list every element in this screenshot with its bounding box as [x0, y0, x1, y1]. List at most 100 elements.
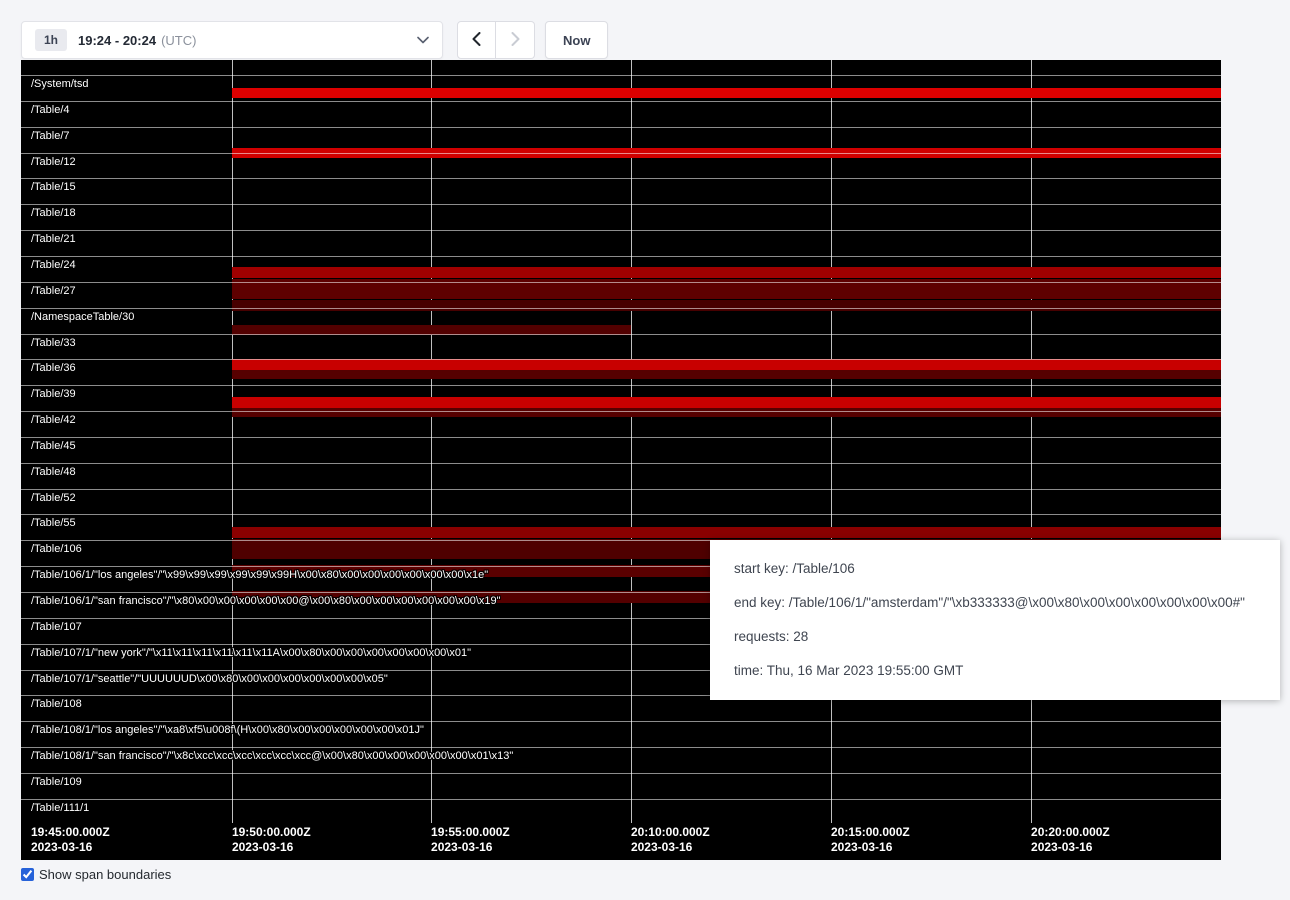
span-boundary-line [21, 514, 1221, 515]
tooltip-requests: requests: 28 [734, 620, 1256, 654]
time-axis-label: 19:55:00.000Z2023-03-16 [431, 825, 510, 855]
time-axis-label: 19:45:00.000Z2023-03-16 [31, 825, 110, 855]
span-label: /Table/45 [31, 440, 76, 452]
span-row[interactable]: /Table/55 [21, 514, 1221, 540]
span-label: /Table/39 [31, 388, 76, 400]
span-label: /Table/21 [31, 233, 76, 245]
next-interval-button[interactable] [496, 21, 535, 59]
axis-date: 2023-03-16 [1031, 840, 1110, 855]
span-boundary-line [21, 308, 1221, 309]
axis-date: 2023-03-16 [31, 840, 110, 855]
span-boundary-line [21, 359, 1221, 360]
span-boundary-line [21, 204, 1221, 205]
span-label: /NamespaceTable/30 [31, 311, 134, 323]
span-boundary-line [21, 463, 1221, 464]
span-label: /Table/12 [31, 156, 76, 168]
span-row[interactable]: /Table/7 [21, 127, 1221, 153]
span-boundary-line [21, 799, 1221, 800]
time-axis-label: 20:10:00.000Z2023-03-16 [631, 825, 710, 855]
span-label: /Table/42 [31, 414, 76, 426]
span-boundary-line [21, 411, 1221, 412]
axis-time: 20:20:00.000Z [1031, 825, 1110, 840]
span-row[interactable]: /Table/108/1/"san francisco"/"\x8c\xcc\x… [21, 747, 1221, 773]
span-boundary-line [21, 178, 1221, 179]
span-label: /Table/108 [31, 698, 82, 710]
tooltip-start-key: start key: /Table/106 [734, 552, 1256, 586]
span-boundaries-control: Show span boundaries [21, 867, 171, 882]
chevron-down-icon [417, 36, 429, 44]
span-label: /Table/55 [31, 517, 76, 529]
axis-date: 2023-03-16 [831, 840, 910, 855]
span-row[interactable]: /Table/39 [21, 385, 1221, 411]
span-boundary-line [21, 101, 1221, 102]
span-row[interactable]: /Table/4 [21, 101, 1221, 127]
span-boundary-line [21, 282, 1221, 283]
span-label: /Table/52 [31, 492, 76, 504]
span-row[interactable]: /System/tsd [21, 75, 1221, 101]
span-label: /Table/33 [31, 337, 76, 349]
span-row[interactable]: /Table/42 [21, 411, 1221, 437]
span-boundary-line [21, 489, 1221, 490]
span-label: /Table/107/1/"seattle"/"UUUUUUD\x00\x80\… [31, 673, 388, 685]
now-button[interactable]: Now [545, 21, 608, 59]
show-span-boundaries-checkbox[interactable] [21, 868, 34, 881]
span-row[interactable]: /Table/109 [21, 773, 1221, 799]
time-axis-label: 20:20:00.000Z2023-03-16 [1031, 825, 1110, 855]
span-label: /Table/18 [31, 207, 76, 219]
span-row[interactable]: /Table/24 [21, 256, 1221, 282]
chevron-right-icon [511, 32, 520, 49]
span-label: /Table/107/1/"new york"/"\x11\x11\x11\x1… [31, 647, 471, 659]
chevron-left-icon [472, 32, 481, 49]
span-label: /Table/111/1 [31, 802, 89, 814]
timezone-label: (UTC) [161, 33, 196, 48]
span-boundary-line [21, 230, 1221, 231]
span-boundary-line [21, 153, 1221, 154]
span-boundary-line [21, 747, 1221, 748]
show-span-boundaries-label: Show span boundaries [39, 867, 171, 882]
span-row[interactable]: /Table/52 [21, 489, 1221, 515]
span-boundary-line [21, 385, 1221, 386]
span-boundary-line [21, 75, 1221, 76]
span-row[interactable]: /Table/45 [21, 437, 1221, 463]
span-row[interactable]: /Table/21 [21, 230, 1221, 256]
axis-date: 2023-03-16 [232, 840, 311, 855]
span-row[interactable]: /Table/15 [21, 178, 1221, 204]
time-axis-label: 20:15:00.000Z2023-03-16 [831, 825, 910, 855]
axis-time: 19:45:00.000Z [31, 825, 110, 840]
span-label: /Table/27 [31, 285, 76, 297]
heatmap-canvas[interactable]: /System/tsd/Table/4/Table/7/Table/12/Tab… [21, 60, 1221, 860]
span-boundary-line [21, 773, 1221, 774]
span-row[interactable]: /Table/33 [21, 334, 1221, 360]
span-label: /Table/106/1/"san francisco"/"\x80\x00\x… [31, 595, 501, 607]
span-label: /System/tsd [31, 78, 88, 90]
tooltip-end-key: end key: /Table/106/1/"amsterdam"/"\xb33… [734, 586, 1256, 620]
range-duration-badge: 1h [35, 29, 67, 51]
span-row[interactable]: /Table/12 [21, 153, 1221, 179]
span-label: /Table/106 [31, 543, 82, 555]
axis-time: 20:10:00.000Z [631, 825, 710, 840]
span-label: /Table/109 [31, 776, 82, 788]
time-range-selector[interactable]: 1h 19:24 - 20:24 (UTC) [21, 21, 443, 59]
span-row[interactable]: /Table/18 [21, 204, 1221, 230]
span-label: /Table/106/1/"los angeles"/"\x99\x99\x99… [31, 569, 488, 581]
time-nav-group [457, 21, 535, 59]
axis-time: 19:55:00.000Z [431, 825, 510, 840]
prev-interval-button[interactable] [457, 21, 496, 59]
span-boundary-line [21, 256, 1221, 257]
span-label: /Table/15 [31, 181, 76, 193]
axis-date: 2023-03-16 [631, 840, 710, 855]
axis-time: 20:15:00.000Z [831, 825, 910, 840]
span-row[interactable]: /Table/108/1/"los angeles"/"\xa8\xf5\u00… [21, 721, 1221, 747]
span-label: /Table/7 [31, 130, 70, 142]
axis-time: 19:50:00.000Z [232, 825, 311, 840]
span-boundary-line [21, 437, 1221, 438]
span-boundary-line [21, 127, 1221, 128]
span-row[interactable]: /Table/48 [21, 463, 1221, 489]
tooltip-time: time: Thu, 16 Mar 2023 19:55:00 GMT [734, 654, 1256, 688]
span-boundary-line [21, 721, 1221, 722]
span-label: /Table/24 [31, 259, 76, 271]
span-row[interactable]: /NamespaceTable/30 [21, 308, 1221, 334]
span-row[interactable]: /Table/27 [21, 282, 1221, 308]
span-row[interactable]: /Table/111/1 [21, 799, 1221, 825]
span-row[interactable]: /Table/36 [21, 359, 1221, 385]
